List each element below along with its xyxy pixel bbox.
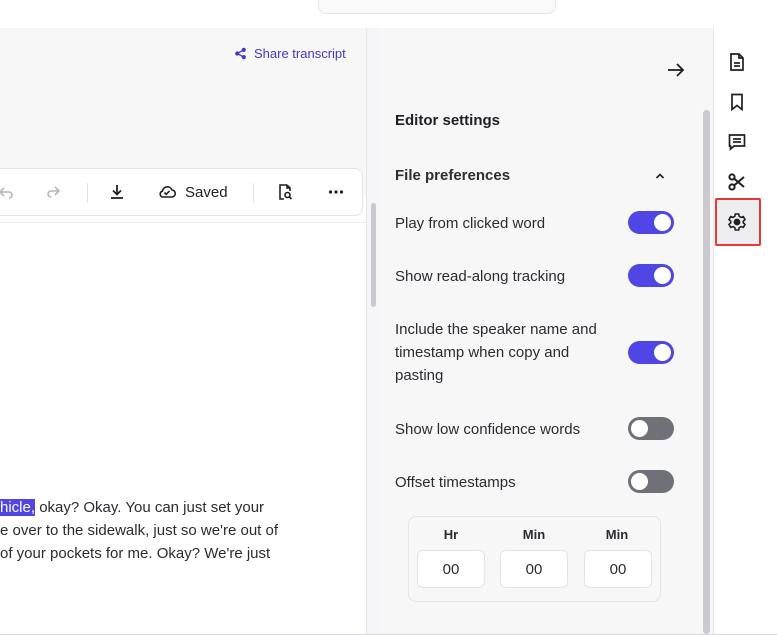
more-options-button[interactable] (327, 169, 345, 215)
hours-label: Hr (443, 527, 459, 542)
editor-scrollbar-thumb[interactable] (371, 203, 376, 307)
rail-settings-button[interactable] (726, 211, 748, 233)
minutes-input-2[interactable]: 00 (584, 550, 652, 588)
include-speaker-timestamp-toggle[interactable] (628, 341, 674, 364)
top-tab-edge (318, 0, 556, 14)
cloud-check-icon (159, 186, 177, 198)
transcript-line: e over to the sidewalk, just so we're ou… (0, 522, 279, 539)
share-transcript-label: Share transcript (254, 46, 346, 61)
find-button[interactable] (276, 169, 294, 215)
saved-status-button[interactable]: Saved (157, 169, 228, 215)
undo-button[interactable] (0, 169, 15, 215)
pane-divider[interactable] (366, 28, 380, 634)
more-horizontal-icon (328, 190, 344, 194)
toggle-knob (654, 214, 671, 231)
transcript-text[interactable]: hicle, okay? Okay. You can just set your… (0, 496, 366, 565)
settings-title: Editor settings (395, 112, 501, 129)
download-icon (111, 185, 123, 199)
offset-timestamps-toggle[interactable] (628, 470, 674, 493)
bookmark-icon (731, 93, 743, 112)
read-along-tracking-toggle[interactable] (628, 264, 674, 287)
transcript-line: hicle, okay? Okay. You can just set your (0, 499, 265, 516)
option-label: Include the speaker name and timestamp w… (395, 321, 597, 384)
minutes-label-2: Min (605, 527, 629, 542)
option-label: Show read-along tracking (395, 268, 566, 285)
download-button[interactable] (108, 169, 126, 215)
document-icon (730, 53, 744, 71)
editor-toolbar: Saved (0, 168, 363, 216)
share-transcript-link[interactable]: Share transcript (234, 46, 346, 61)
share-icon (235, 47, 246, 60)
rail-document-button[interactable] (726, 51, 748, 73)
scissors-icon (728, 173, 745, 191)
toolbar-divider (87, 183, 88, 203)
option-label: Play from clicked word (395, 215, 546, 232)
low-confidence-words-toggle[interactable] (628, 417, 674, 440)
toggle-knob (631, 473, 648, 490)
comments-icon (728, 134, 746, 151)
rail-clip-button[interactable] (726, 171, 748, 193)
chevron-up-icon (655, 173, 665, 179)
rail-comments-button[interactable] (726, 131, 748, 153)
hours-input[interactable]: 00 (417, 550, 485, 588)
minutes-label: Min (522, 527, 546, 542)
highlighted-word[interactable]: hicle, (0, 499, 36, 516)
right-icon-rail (713, 28, 777, 634)
option-label: Offset timestamps (395, 474, 516, 491)
minutes-input[interactable]: 00 (500, 550, 568, 588)
saved-label: Saved (185, 183, 228, 201)
option-label: Show low confidence words (395, 421, 581, 438)
play-from-clicked-word-toggle[interactable] (628, 211, 674, 234)
section-heading: File preferences (395, 167, 511, 184)
redo-icon (47, 186, 61, 198)
undo-icon (0, 187, 13, 199)
settings-scrollbar-thumb[interactable] (703, 110, 710, 634)
transcript-line: of your pockets for me. Okay? We're just (0, 545, 271, 562)
editor-separator (0, 222, 366, 223)
redo-button[interactable] (45, 169, 63, 215)
rail-bookmark-button[interactable] (726, 91, 748, 113)
collapse-section-button[interactable] (653, 169, 667, 183)
arrow-right-icon (668, 63, 685, 77)
toggle-knob (654, 344, 671, 361)
settings-gear-icon (727, 213, 747, 231)
collapse-panel-button[interactable] (664, 58, 688, 82)
toolbar-divider (253, 183, 254, 203)
toggle-knob (654, 267, 671, 284)
document-search-icon (279, 184, 293, 200)
toggle-knob (631, 420, 648, 437)
